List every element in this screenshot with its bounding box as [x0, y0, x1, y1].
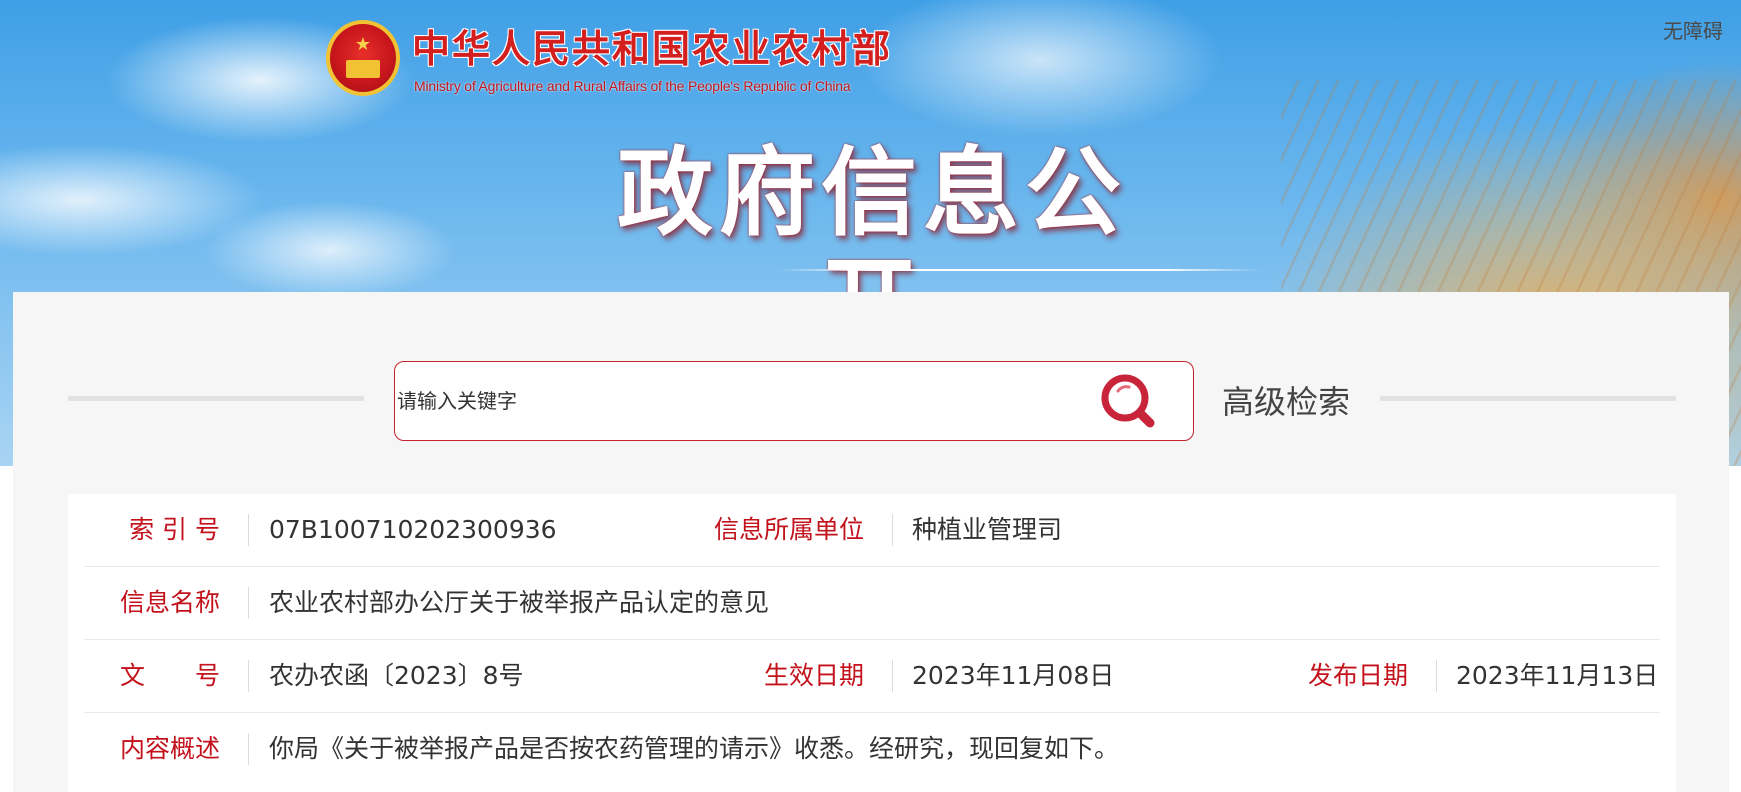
effective-date-label: 生效日期	[763, 661, 864, 690]
unit-label: 信息所属单位	[713, 515, 864, 544]
separator	[892, 514, 893, 546]
ministry-name-en[interactable]: Ministry of Agriculture and Rural Affair…	[414, 78, 851, 94]
ministry-name-cn[interactable]: 中华人民共和国农业农村部	[412, 26, 892, 72]
search-input[interactable]	[397, 364, 1077, 438]
search-box	[394, 361, 1194, 441]
search-button[interactable]	[1095, 371, 1161, 431]
accessibility-link[interactable]: 无障碍	[1663, 15, 1723, 44]
search-icon	[1101, 374, 1155, 428]
name-label: 信息名称	[119, 588, 220, 617]
title-divider	[778, 269, 1260, 271]
info-row-summary: 内容概述 你局《关于被举报产品是否按农药管理的请示》收悉。经研究，现回复如下。	[84, 713, 1660, 786]
info-row-doc: 文 号 农办农函〔2023〕8号 生效日期 2023年11月08日 发布日期 2…	[84, 640, 1660, 713]
separator	[248, 587, 249, 619]
separator	[892, 660, 893, 692]
doc-no-value: 农办农函〔2023〕8号	[269, 661, 524, 690]
index-value: 07B100710202300936	[269, 515, 557, 544]
summary-value: 你局《关于被举报产品是否按农药管理的请示》收悉。经研究，现回复如下。	[269, 734, 1120, 763]
search-left-divider	[68, 396, 364, 401]
summary-label: 内容概述	[119, 734, 220, 763]
info-row-index: 索 引 号 07B100710202300936 信息所属单位 种植业管理司	[84, 494, 1660, 567]
doc-no-label: 文 号	[119, 661, 220, 690]
unit-value: 种植业管理司	[912, 515, 1063, 544]
separator	[248, 733, 249, 765]
separator	[248, 514, 249, 546]
info-card: 索 引 号 07B100710202300936 信息所属单位 种植业管理司 信…	[68, 494, 1676, 792]
publish-date-label: 发布日期	[1307, 661, 1408, 690]
advanced-search-link[interactable]: 高级检索	[1222, 380, 1350, 424]
separator	[1436, 660, 1437, 692]
name-value: 农业农村部办公厅关于被举报产品认定的意见	[269, 588, 770, 617]
national-emblem-icon: ★	[326, 20, 400, 96]
info-row-name: 信息名称 农业农村部办公厅关于被举报产品认定的意见	[84, 567, 1660, 640]
separator	[248, 660, 249, 692]
effective-date-value: 2023年11月08日	[912, 661, 1115, 690]
publish-date-value: 2023年11月13日	[1456, 661, 1659, 690]
index-label: 索 引 号	[129, 515, 220, 544]
search-right-divider	[1380, 396, 1676, 401]
